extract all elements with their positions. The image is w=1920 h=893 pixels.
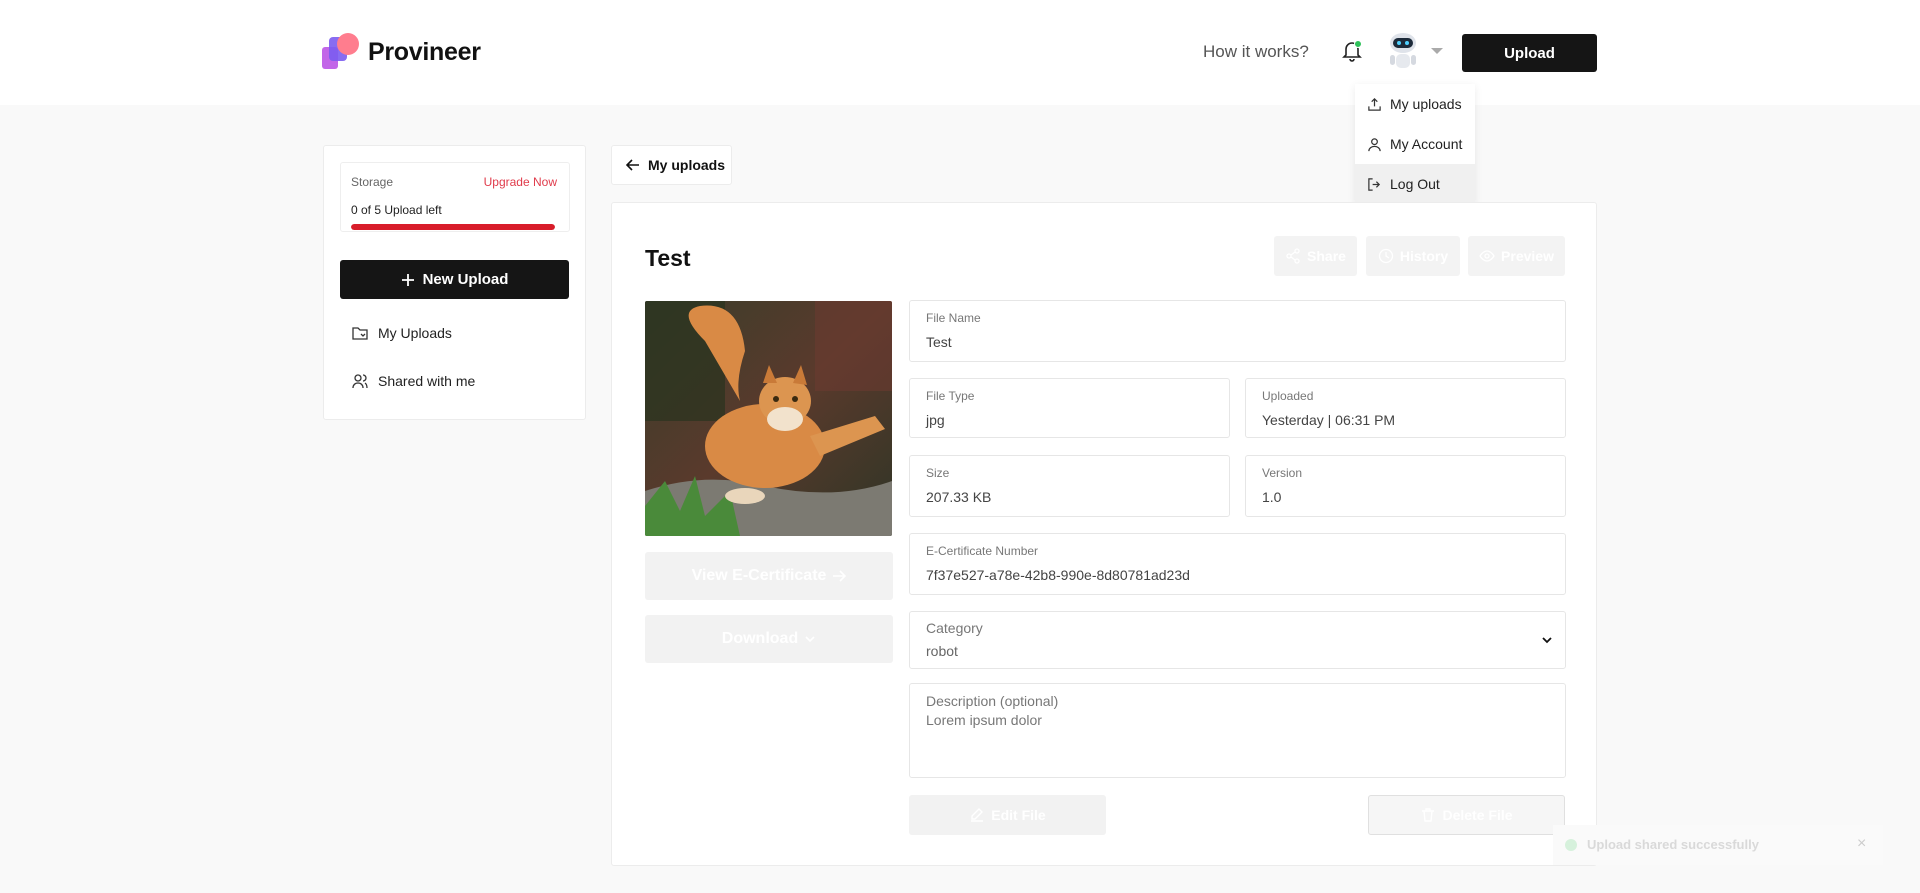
logo-icon bbox=[320, 33, 359, 71]
field-label: Uploaded bbox=[1262, 389, 1314, 403]
menu-item-my-uploads[interactable]: My uploads bbox=[1355, 84, 1475, 124]
preview-button[interactable]: Preview bbox=[1468, 236, 1565, 276]
edit-file-label: Edit File bbox=[991, 807, 1046, 823]
description-textarea[interactable]: Description (optional) Lorem ipsum dolor bbox=[909, 683, 1566, 778]
uploaded-field: Uploaded Yesterday | 06:31 PM bbox=[1245, 378, 1566, 438]
chevron-down-icon[interactable] bbox=[1431, 48, 1443, 54]
menu-item-label: My Account bbox=[1390, 136, 1463, 152]
certificate-number-field: E-Certificate Number 7f37e527-a78e-42b8-… bbox=[909, 533, 1566, 595]
category-select[interactable]: Category robot bbox=[909, 611, 1566, 669]
field-value: robot bbox=[926, 643, 958, 659]
back-label: My uploads bbox=[648, 157, 726, 173]
history-button[interactable]: History bbox=[1366, 236, 1460, 276]
file-detail-card: Test Share History Preview View E-Certif… bbox=[611, 202, 1597, 866]
download-label: Download bbox=[721, 630, 799, 647]
delete-file-button[interactable]: Delete File bbox=[1368, 795, 1565, 835]
edit-icon bbox=[971, 808, 984, 822]
plus-icon bbox=[401, 273, 414, 286]
user-menu: My uploads My Account Log Out bbox=[1355, 84, 1475, 204]
edit-file-button[interactable]: Edit File bbox=[909, 795, 1106, 835]
upload-icon bbox=[1368, 97, 1381, 111]
preview-label: Preview bbox=[1501, 248, 1554, 264]
eye-icon bbox=[1479, 250, 1495, 262]
clock-icon bbox=[1378, 248, 1394, 264]
user-icon bbox=[1368, 137, 1381, 151]
toast-notification: Upload shared successfully × bbox=[1553, 825, 1883, 865]
version-field: Version 1.0 bbox=[1245, 455, 1566, 517]
top-header: Provineer How it works? Upload bbox=[0, 0, 1920, 105]
share-button[interactable]: Share bbox=[1274, 236, 1357, 276]
how-it-works-link[interactable]: How it works? bbox=[1203, 42, 1309, 62]
field-label: Description (optional) bbox=[926, 693, 1059, 709]
success-icon bbox=[1565, 839, 1577, 851]
uploads-left-text: 0 of 5 Upload left bbox=[351, 203, 442, 217]
field-value: Yesterday | 06:31 PM bbox=[1262, 412, 1396, 428]
logout-icon bbox=[1368, 177, 1381, 191]
field-label: Size bbox=[926, 466, 950, 480]
field-label: Version bbox=[1262, 466, 1303, 480]
view-certificate-button[interactable]: View E-Certificate bbox=[645, 552, 893, 600]
field-value: Lorem ipsum dolor bbox=[926, 712, 1042, 728]
storage-progress-fill bbox=[351, 224, 555, 230]
arrow-right-icon bbox=[833, 570, 847, 582]
size-field: Size 207.33 KB bbox=[909, 455, 1230, 517]
new-upload-label: New Upload bbox=[422, 271, 509, 288]
arrow-left-icon bbox=[626, 159, 639, 171]
menu-item-label: My uploads bbox=[1390, 96, 1462, 112]
back-to-my-uploads-button[interactable]: My uploads bbox=[611, 145, 732, 185]
users-icon bbox=[352, 374, 368, 389]
sidebar-item-my-uploads[interactable]: My Uploads bbox=[352, 325, 452, 341]
field-label: File Name bbox=[926, 311, 981, 325]
field-label: Category bbox=[926, 620, 983, 636]
share-icon bbox=[1286, 248, 1300, 264]
upgrade-now-link[interactable]: Upgrade Now bbox=[484, 175, 557, 189]
new-upload-button[interactable]: New Upload bbox=[340, 260, 569, 299]
share-label: Share bbox=[1307, 248, 1346, 264]
notification-dot bbox=[1354, 40, 1362, 48]
menu-item-my-account[interactable]: My Account bbox=[1355, 124, 1475, 164]
field-label: E-Certificate Number bbox=[926, 544, 1039, 558]
file-type-field: File Type jpg bbox=[909, 378, 1230, 438]
sidebar: Storage Upgrade Now 0 of 5 Upload left N… bbox=[323, 145, 586, 420]
upload-button[interactable]: Upload bbox=[1462, 34, 1597, 72]
history-label: History bbox=[1399, 248, 1449, 264]
robot-avatar[interactable] bbox=[1384, 30, 1422, 70]
folder-icon bbox=[352, 327, 368, 340]
storage-panel: Storage Upgrade Now 0 of 5 Upload left bbox=[340, 162, 570, 232]
field-value: Test bbox=[926, 334, 952, 350]
storage-progress-bar bbox=[351, 224, 555, 230]
delete-file-label: Delete File bbox=[1442, 807, 1513, 823]
view-certificate-label: View E-Certificate bbox=[691, 567, 827, 584]
menu-item-log-out[interactable]: Log Out bbox=[1355, 164, 1475, 204]
file-name-field[interactable]: File Name Test bbox=[909, 300, 1566, 362]
chevron-down-icon bbox=[805, 636, 815, 643]
app-name: Provineer bbox=[368, 37, 481, 66]
storage-label: Storage bbox=[351, 175, 394, 189]
field-value: 1.0 bbox=[1262, 489, 1282, 505]
close-icon[interactable]: × bbox=[1857, 835, 1866, 853]
file-title: Test bbox=[645, 245, 691, 271]
app-logo[interactable]: Provineer bbox=[320, 33, 481, 71]
field-value: jpg bbox=[926, 412, 945, 428]
chevron-down-icon bbox=[1542, 637, 1552, 644]
toast-message: Upload shared successfully bbox=[1587, 837, 1759, 852]
trash-icon bbox=[1422, 808, 1435, 822]
field-value: 207.33 KB bbox=[926, 489, 992, 505]
field-value: 7f37e527-a78e-42b8-990e-8d80781ad23d bbox=[926, 567, 1190, 583]
sidebar-item-shared-with-me[interactable]: Shared with me bbox=[352, 373, 475, 389]
sidebar-item-label: Shared with me bbox=[378, 373, 476, 389]
file-thumbnail bbox=[645, 301, 892, 536]
menu-item-label: Log Out bbox=[1390, 176, 1440, 192]
field-label: File Type bbox=[926, 389, 975, 403]
sidebar-item-label: My Uploads bbox=[378, 325, 452, 341]
download-button[interactable]: Download bbox=[645, 615, 893, 663]
